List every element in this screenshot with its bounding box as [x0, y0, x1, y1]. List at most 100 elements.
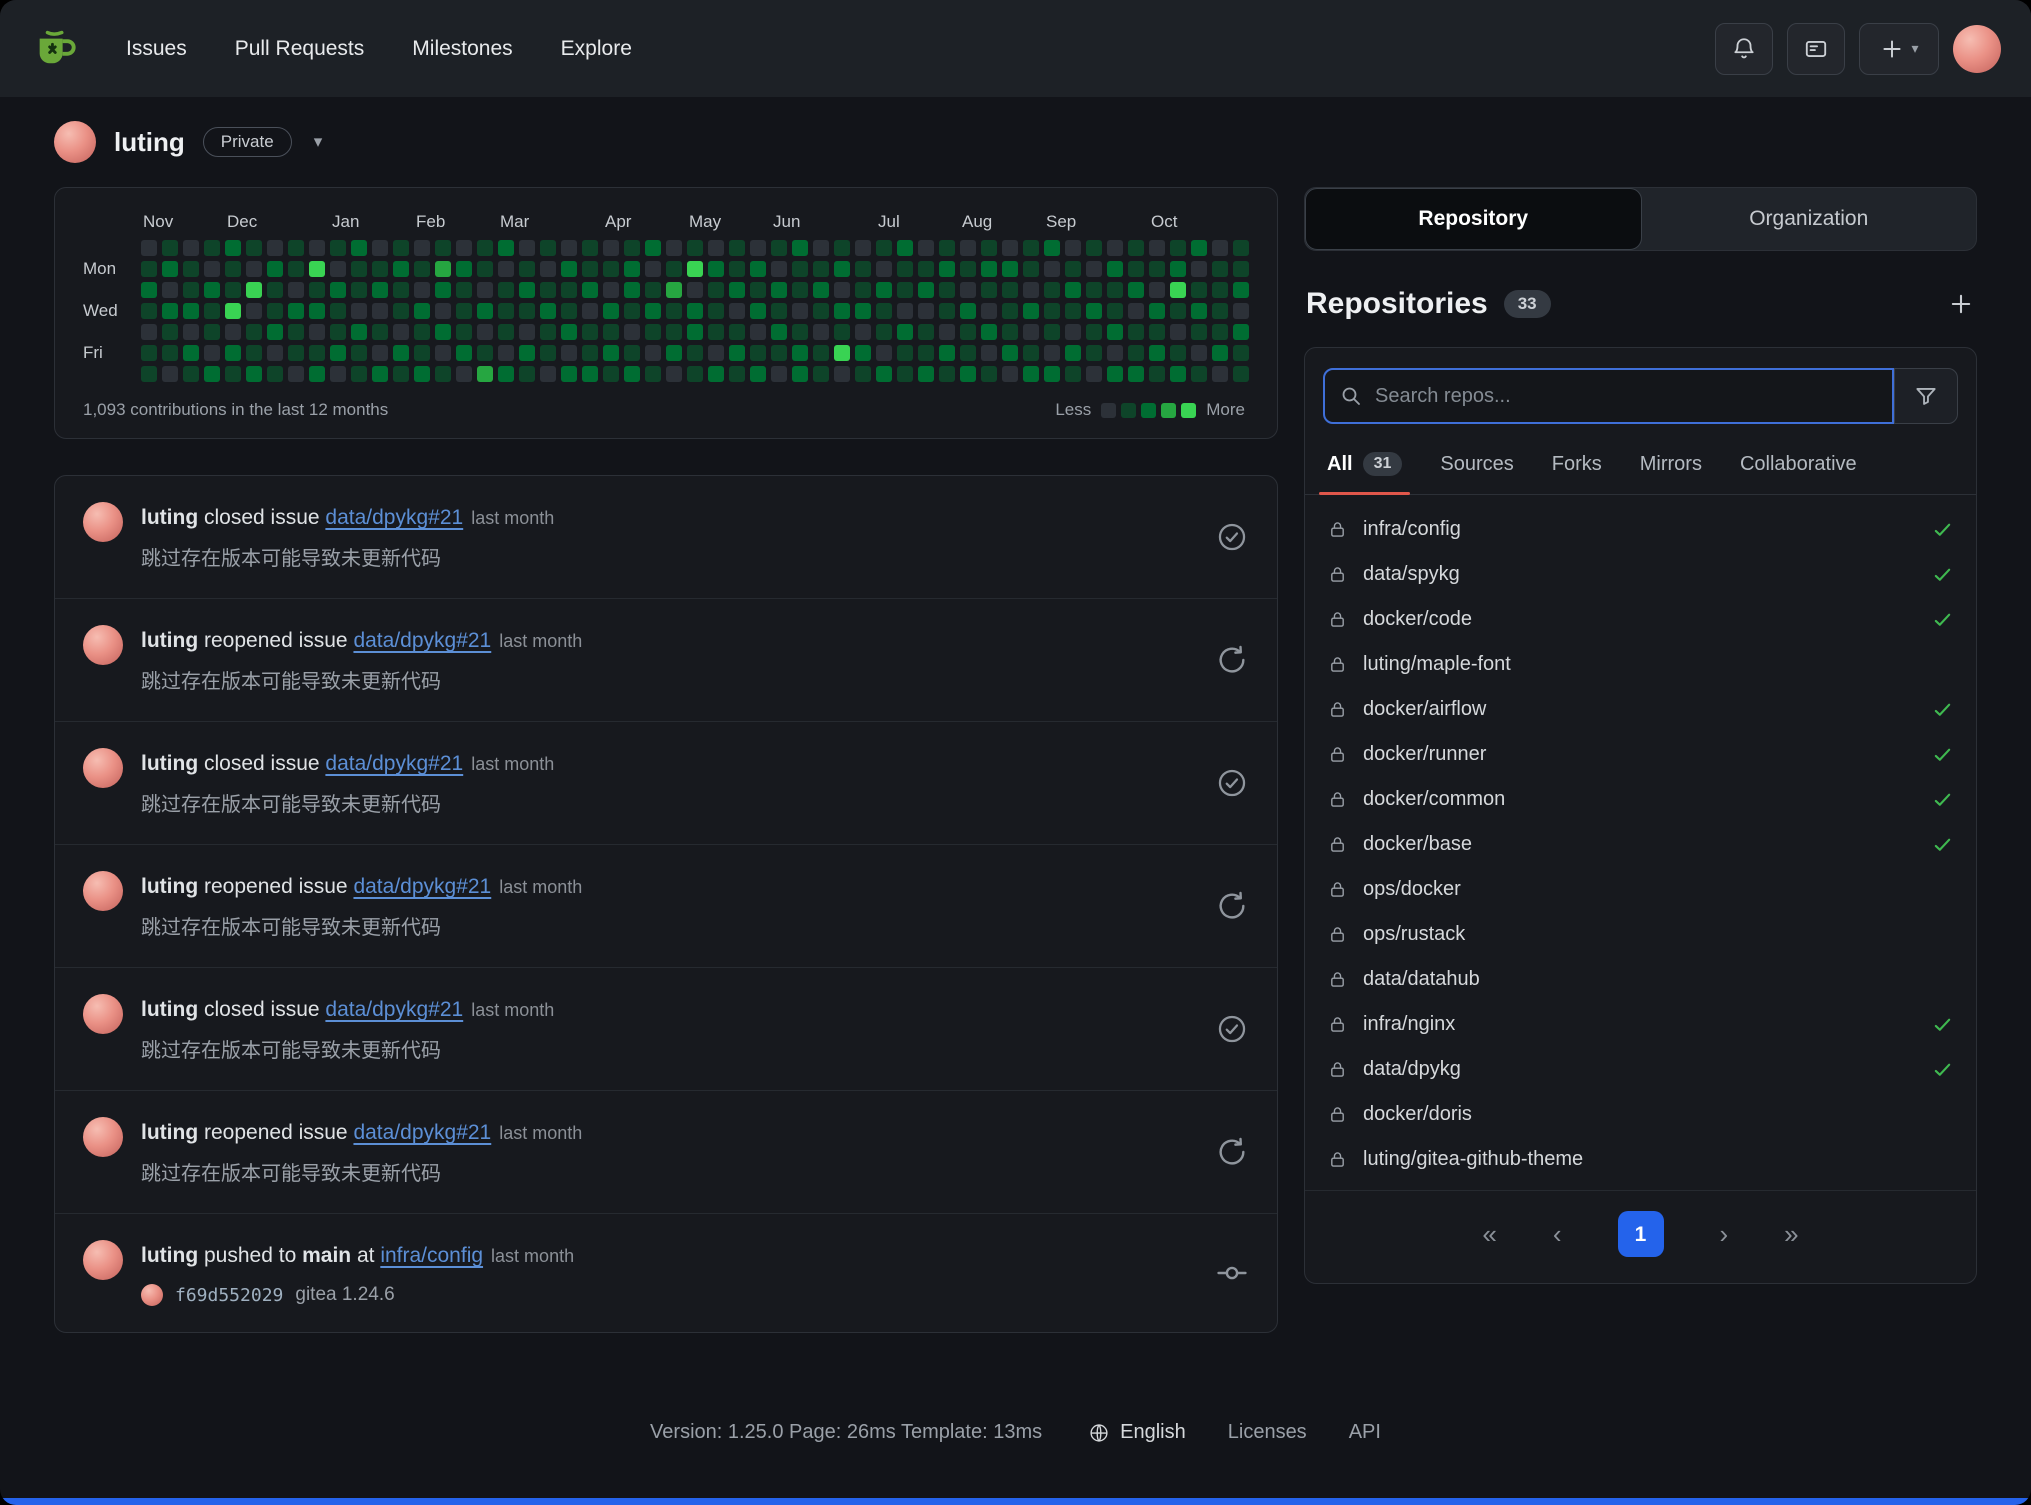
pagination-first[interactable]: «	[1482, 1221, 1496, 1247]
heatmap-cell	[456, 282, 472, 298]
feed-avatar[interactable]	[83, 502, 123, 542]
feed-target-link[interactable]: data/dpykg#21	[325, 752, 463, 775]
heatmap-cell	[204, 282, 220, 298]
lock-icon	[1327, 564, 1348, 585]
feed-avatar[interactable]	[83, 1117, 123, 1157]
heatmap-cell	[834, 303, 850, 319]
footer-link-licenses[interactable]: Licenses	[1228, 1421, 1307, 1444]
feed-user-link[interactable]: luting	[141, 998, 198, 1021]
heatmap-cell	[1212, 366, 1228, 382]
gitea-logo-icon[interactable]	[30, 22, 84, 76]
repo-name: data/datahub	[1363, 968, 1480, 991]
heatmap-cell	[918, 240, 934, 256]
heatmap-cell	[729, 366, 745, 382]
repo-link-docker-airflow[interactable]: docker/airflow	[1305, 687, 1976, 732]
footer-link-api[interactable]: API	[1349, 1421, 1381, 1444]
repo-link-docker-base[interactable]: docker/base	[1305, 822, 1976, 867]
heatmap-cell	[393, 345, 409, 361]
repo-link-infra-nginx[interactable]: infra/nginx	[1305, 1002, 1976, 1047]
nav-item-milestones[interactable]: Milestones	[412, 37, 512, 61]
heatmap-cell	[666, 303, 682, 319]
feed-target-link[interactable]: data/dpykg#21	[325, 506, 463, 529]
feed-avatar[interactable]	[83, 625, 123, 665]
heatmap-cell	[477, 303, 493, 319]
filter-tab-all[interactable]: All 31	[1327, 452, 1402, 494]
feed-target-link[interactable]: data/dpykg#21	[325, 998, 463, 1021]
feed-avatar[interactable]	[83, 994, 123, 1034]
feed-user-link[interactable]: luting	[141, 875, 198, 898]
feed-user-link[interactable]: luting	[141, 1121, 198, 1144]
heatmap-cell	[540, 282, 556, 298]
legend-cell	[1181, 403, 1196, 418]
heatmap-cell	[519, 345, 535, 361]
heatmap-cell	[1128, 240, 1144, 256]
feed-target-link[interactable]: data/dpykg#21	[353, 629, 491, 652]
heatmap-cell	[645, 282, 661, 298]
heatmap-month-label: Nov	[143, 212, 173, 232]
repo-link-data-datahub[interactable]: data/datahub	[1305, 957, 1976, 1002]
pagination-last[interactable]: »	[1784, 1221, 1798, 1247]
feed-avatar[interactable]	[83, 1240, 123, 1280]
profile-username[interactable]: luting	[114, 127, 185, 158]
repo-link-luting-gitea-github-theme[interactable]: luting/gitea-github-theme	[1305, 1137, 1976, 1182]
profile-dropdown-caret-icon[interactable]: ▾	[314, 132, 323, 152]
nav-item-explore[interactable]: Explore	[561, 37, 632, 61]
dashboard-context-button[interactable]	[1787, 23, 1845, 75]
heatmap-cell	[1212, 261, 1228, 277]
new-repository-button[interactable]	[1947, 290, 1975, 318]
repo-filter-button[interactable]	[1894, 368, 1958, 424]
footer-link-english[interactable]: English	[1088, 1421, 1186, 1444]
repo-search-input[interactable]	[1375, 385, 1878, 408]
heatmap-cell	[1023, 324, 1039, 340]
user-avatar-button[interactable]	[1953, 25, 2001, 73]
repo-link-docker-doris[interactable]: docker/doris	[1305, 1092, 1976, 1137]
feed-action-text: closed issue	[204, 752, 320, 775]
pagination-prev[interactable]: ‹	[1553, 1221, 1562, 1247]
repo-link-infra-config[interactable]: infra/config	[1305, 507, 1976, 552]
issue-closed-icon	[1215, 766, 1249, 800]
commit-sha-link[interactable]: f69d552029	[175, 1285, 283, 1306]
feed-target-link[interactable]: data/dpykg#21	[353, 1121, 491, 1144]
repo-link-docker-runner[interactable]: docker/runner	[1305, 732, 1976, 777]
feed-target-link[interactable]: data/dpykg#21	[353, 875, 491, 898]
feed-user-link[interactable]: luting	[141, 752, 198, 775]
repo-link-data-spykg[interactable]: data/spykg	[1305, 552, 1976, 597]
heatmap-cell	[1023, 261, 1039, 277]
pagination-page-1[interactable]: 1	[1618, 1211, 1664, 1257]
feed-user-link[interactable]: luting	[141, 629, 198, 652]
repo-link-ops-rustack[interactable]: ops/rustack	[1305, 912, 1976, 957]
repo-link-docker-code[interactable]: docker/code	[1305, 597, 1976, 642]
tab-repository[interactable]: Repository	[1305, 188, 1642, 250]
heatmap-cell	[1065, 261, 1081, 277]
feed-avatar[interactable]	[83, 748, 123, 788]
legend-more-label: More	[1206, 400, 1245, 420]
feed-target-link[interactable]: infra/config	[380, 1244, 483, 1267]
nav-item-issues[interactable]: Issues	[126, 37, 187, 61]
heatmap-cell	[393, 324, 409, 340]
heatmap-cell	[897, 366, 913, 382]
filter-tab-sources[interactable]: Sources	[1440, 452, 1513, 494]
feed-user-link[interactable]: luting	[141, 506, 198, 529]
repo-link-ops-docker[interactable]: ops/docker	[1305, 867, 1976, 912]
tab-organization[interactable]: Organization	[1642, 188, 1977, 250]
repo-link-data-dpykg[interactable]: data/dpykg	[1305, 1047, 1976, 1092]
filter-tab-forks[interactable]: Forks	[1552, 452, 1602, 494]
feed-issue-body: 跳过存在版本可能导致未更新代码	[141, 792, 554, 818]
create-new-button[interactable]: ▾	[1859, 23, 1939, 75]
filter-tab-collaborative[interactable]: Collaborative	[1740, 452, 1857, 494]
heatmap-cell	[624, 282, 640, 298]
pagination-next[interactable]: ›	[1720, 1221, 1729, 1247]
dashboard-context-icon	[1803, 36, 1829, 62]
notifications-button[interactable]	[1715, 23, 1773, 75]
repo-link-luting-maple-font[interactable]: luting/maple-font	[1305, 642, 1976, 687]
heatmap-cell	[582, 345, 598, 361]
repo-link-docker-common[interactable]: docker/common	[1305, 777, 1976, 822]
filter-tab-mirrors[interactable]: Mirrors	[1640, 452, 1702, 494]
feed-user-link[interactable]: luting	[141, 1244, 198, 1267]
heatmap-cell	[1107, 261, 1123, 277]
nav-item-pull-requests[interactable]: Pull Requests	[235, 37, 365, 61]
feed-avatar[interactable]	[83, 871, 123, 911]
heatmap-cell	[1107, 282, 1123, 298]
profile-avatar[interactable]	[54, 121, 96, 163]
heatmap-cell	[624, 240, 640, 256]
